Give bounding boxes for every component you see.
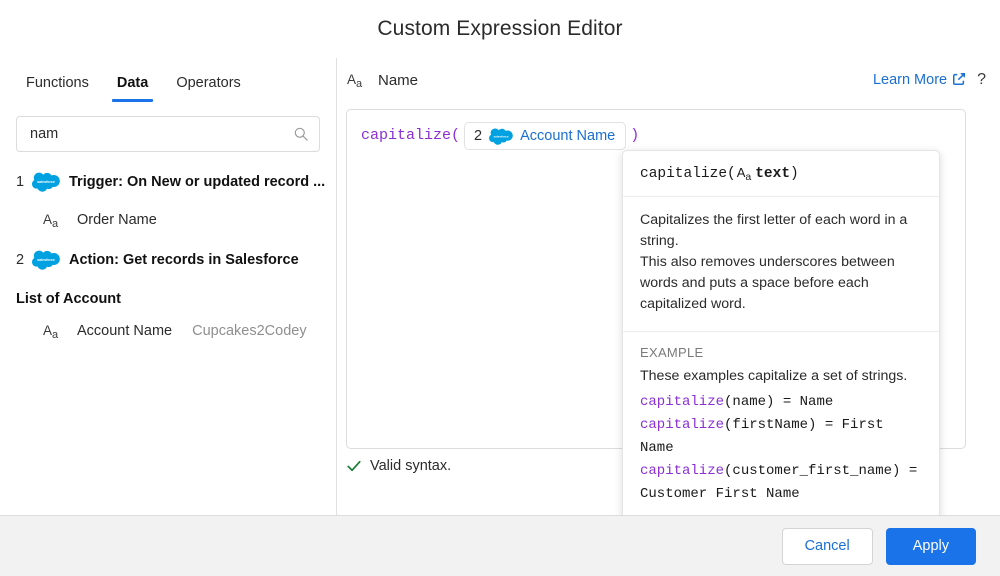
learn-more-label: Learn More <box>872 72 948 88</box>
dialog-titlebar: Custom Expression Editor <box>0 0 1000 59</box>
expression-function-name: capitalize <box>361 127 452 144</box>
signature-prefix: capitalize( <box>640 166 736 182</box>
search-box[interactable] <box>16 116 320 152</box>
learn-more-link[interactable]: Learn More <box>873 72 966 88</box>
expression-open-paren: ( <box>451 127 461 144</box>
external-link-icon <box>953 73 966 85</box>
check-icon <box>347 460 361 472</box>
example-result: = Name <box>774 394 834 410</box>
search-input[interactable] <box>30 126 293 142</box>
chip-step-number: 2 <box>474 128 483 144</box>
sidebar-tabs: Functions Data Operators <box>0 58 336 102</box>
step-number: 1 <box>16 174 25 190</box>
example-function-name: capitalize <box>640 417 725 433</box>
help-icon[interactable]: ? <box>977 72 986 88</box>
text-type-icon: Aa <box>736 165 752 183</box>
search-icon <box>294 127 308 141</box>
signature-argument: text <box>755 166 791 182</box>
popover-description: Capitalizes the first letter of each wor… <box>623 197 939 332</box>
tree-field-account-name[interactable]: Aa Account Name Cupcakes2Codey <box>16 317 326 345</box>
tree-group-header: List of Account <box>16 291 121 307</box>
dialog-title: Custom Expression Editor <box>377 17 623 40</box>
popover-signature: capitalize(Aa text) <box>623 151 939 197</box>
custom-expression-editor-dialog: Custom Expression Editor Functions Data … <box>0 0 1000 576</box>
function-help-popover: capitalize(Aa text) Capitalizes the first… <box>622 150 940 523</box>
apply-button[interactable]: Apply <box>885 527 976 565</box>
popover-example-section: EXAMPLE These examples capitalize a set … <box>623 332 939 522</box>
tab-operators[interactable]: Operators <box>162 75 254 102</box>
tree-step-trigger[interactable]: 1 salesforce Trigger: On New or updated … <box>16 168 326 196</box>
syntax-status-text: Valid syntax. <box>370 458 452 474</box>
step-number: 2 <box>16 252 25 268</box>
cancel-button[interactable]: Cancel <box>781 527 873 565</box>
description-line-1: Capitalizes the first letter of each wor… <box>640 212 908 249</box>
field-sample-value: Cupcakes2Codey <box>192 323 307 339</box>
output-field-label: Aa Name <box>347 71 419 91</box>
example-row: capitalize(customer_first_name) = Custom… <box>640 460 922 506</box>
sidebar-panel: Functions Data Operators 1 salesforce <box>0 58 337 515</box>
expression-line: capitalize( 2 salesforce Account Name ) <box>361 122 951 150</box>
tree-step-action[interactable]: 2 salesforce Action: Get records in Sale… <box>16 246 326 274</box>
syntax-status: Valid syntax. <box>346 458 451 474</box>
example-heading: EXAMPLE <box>640 345 704 360</box>
example-function-name: capitalize <box>640 394 725 410</box>
main-header: Aa Name Learn More ? <box>337 58 1000 102</box>
example-description: These examples capitalize a set of strin… <box>640 368 908 384</box>
output-field-name: Name <box>378 71 419 89</box>
expression-close-paren: ) <box>630 127 640 144</box>
expression-field-chip[interactable]: 2 salesforce Account Name <box>464 122 627 150</box>
svg-text:salesforce: salesforce <box>37 180 55 184</box>
description-line-2: This also removes underscores between wo… <box>640 254 895 312</box>
dialog-footer: Cancel Apply <box>0 515 1000 576</box>
salesforce-cloud-icon: salesforce <box>489 128 513 145</box>
example-row: capitalize(firstName) = First Name <box>640 414 922 460</box>
data-tree: 1 salesforce Trigger: On New or updated … <box>0 168 336 345</box>
signature-suffix: ) <box>790 166 799 182</box>
step-label: Trigger: On New or updated record ... <box>69 174 326 190</box>
example-args: (customer_first_name) <box>724 463 901 479</box>
field-label: Order Name <box>77 212 157 228</box>
tab-functions[interactable]: Functions <box>12 75 103 102</box>
field-label: Account Name <box>77 323 173 339</box>
chip-field-label: Account Name <box>520 128 616 144</box>
example-args: (firstName) <box>724 417 817 433</box>
step-label: Action: Get records in Salesforce <box>69 252 299 268</box>
salesforce-cloud-icon: salesforce <box>32 250 60 270</box>
tree-field-order-name[interactable]: Aa Order Name <box>16 206 326 234</box>
svg-text:salesforce: salesforce <box>37 258 55 262</box>
text-type-icon: Aa <box>347 72 363 90</box>
tab-data[interactable]: Data <box>103 75 162 102</box>
example-args: (name) <box>724 394 775 410</box>
salesforce-cloud-icon: salesforce <box>32 172 60 192</box>
example-function-name: capitalize <box>640 463 725 479</box>
svg-text:salesforce: salesforce <box>494 134 509 138</box>
text-type-icon: Aa <box>43 323 59 341</box>
example-row: capitalize(name) = Name <box>640 391 922 414</box>
text-type-icon: Aa <box>43 212 59 230</box>
